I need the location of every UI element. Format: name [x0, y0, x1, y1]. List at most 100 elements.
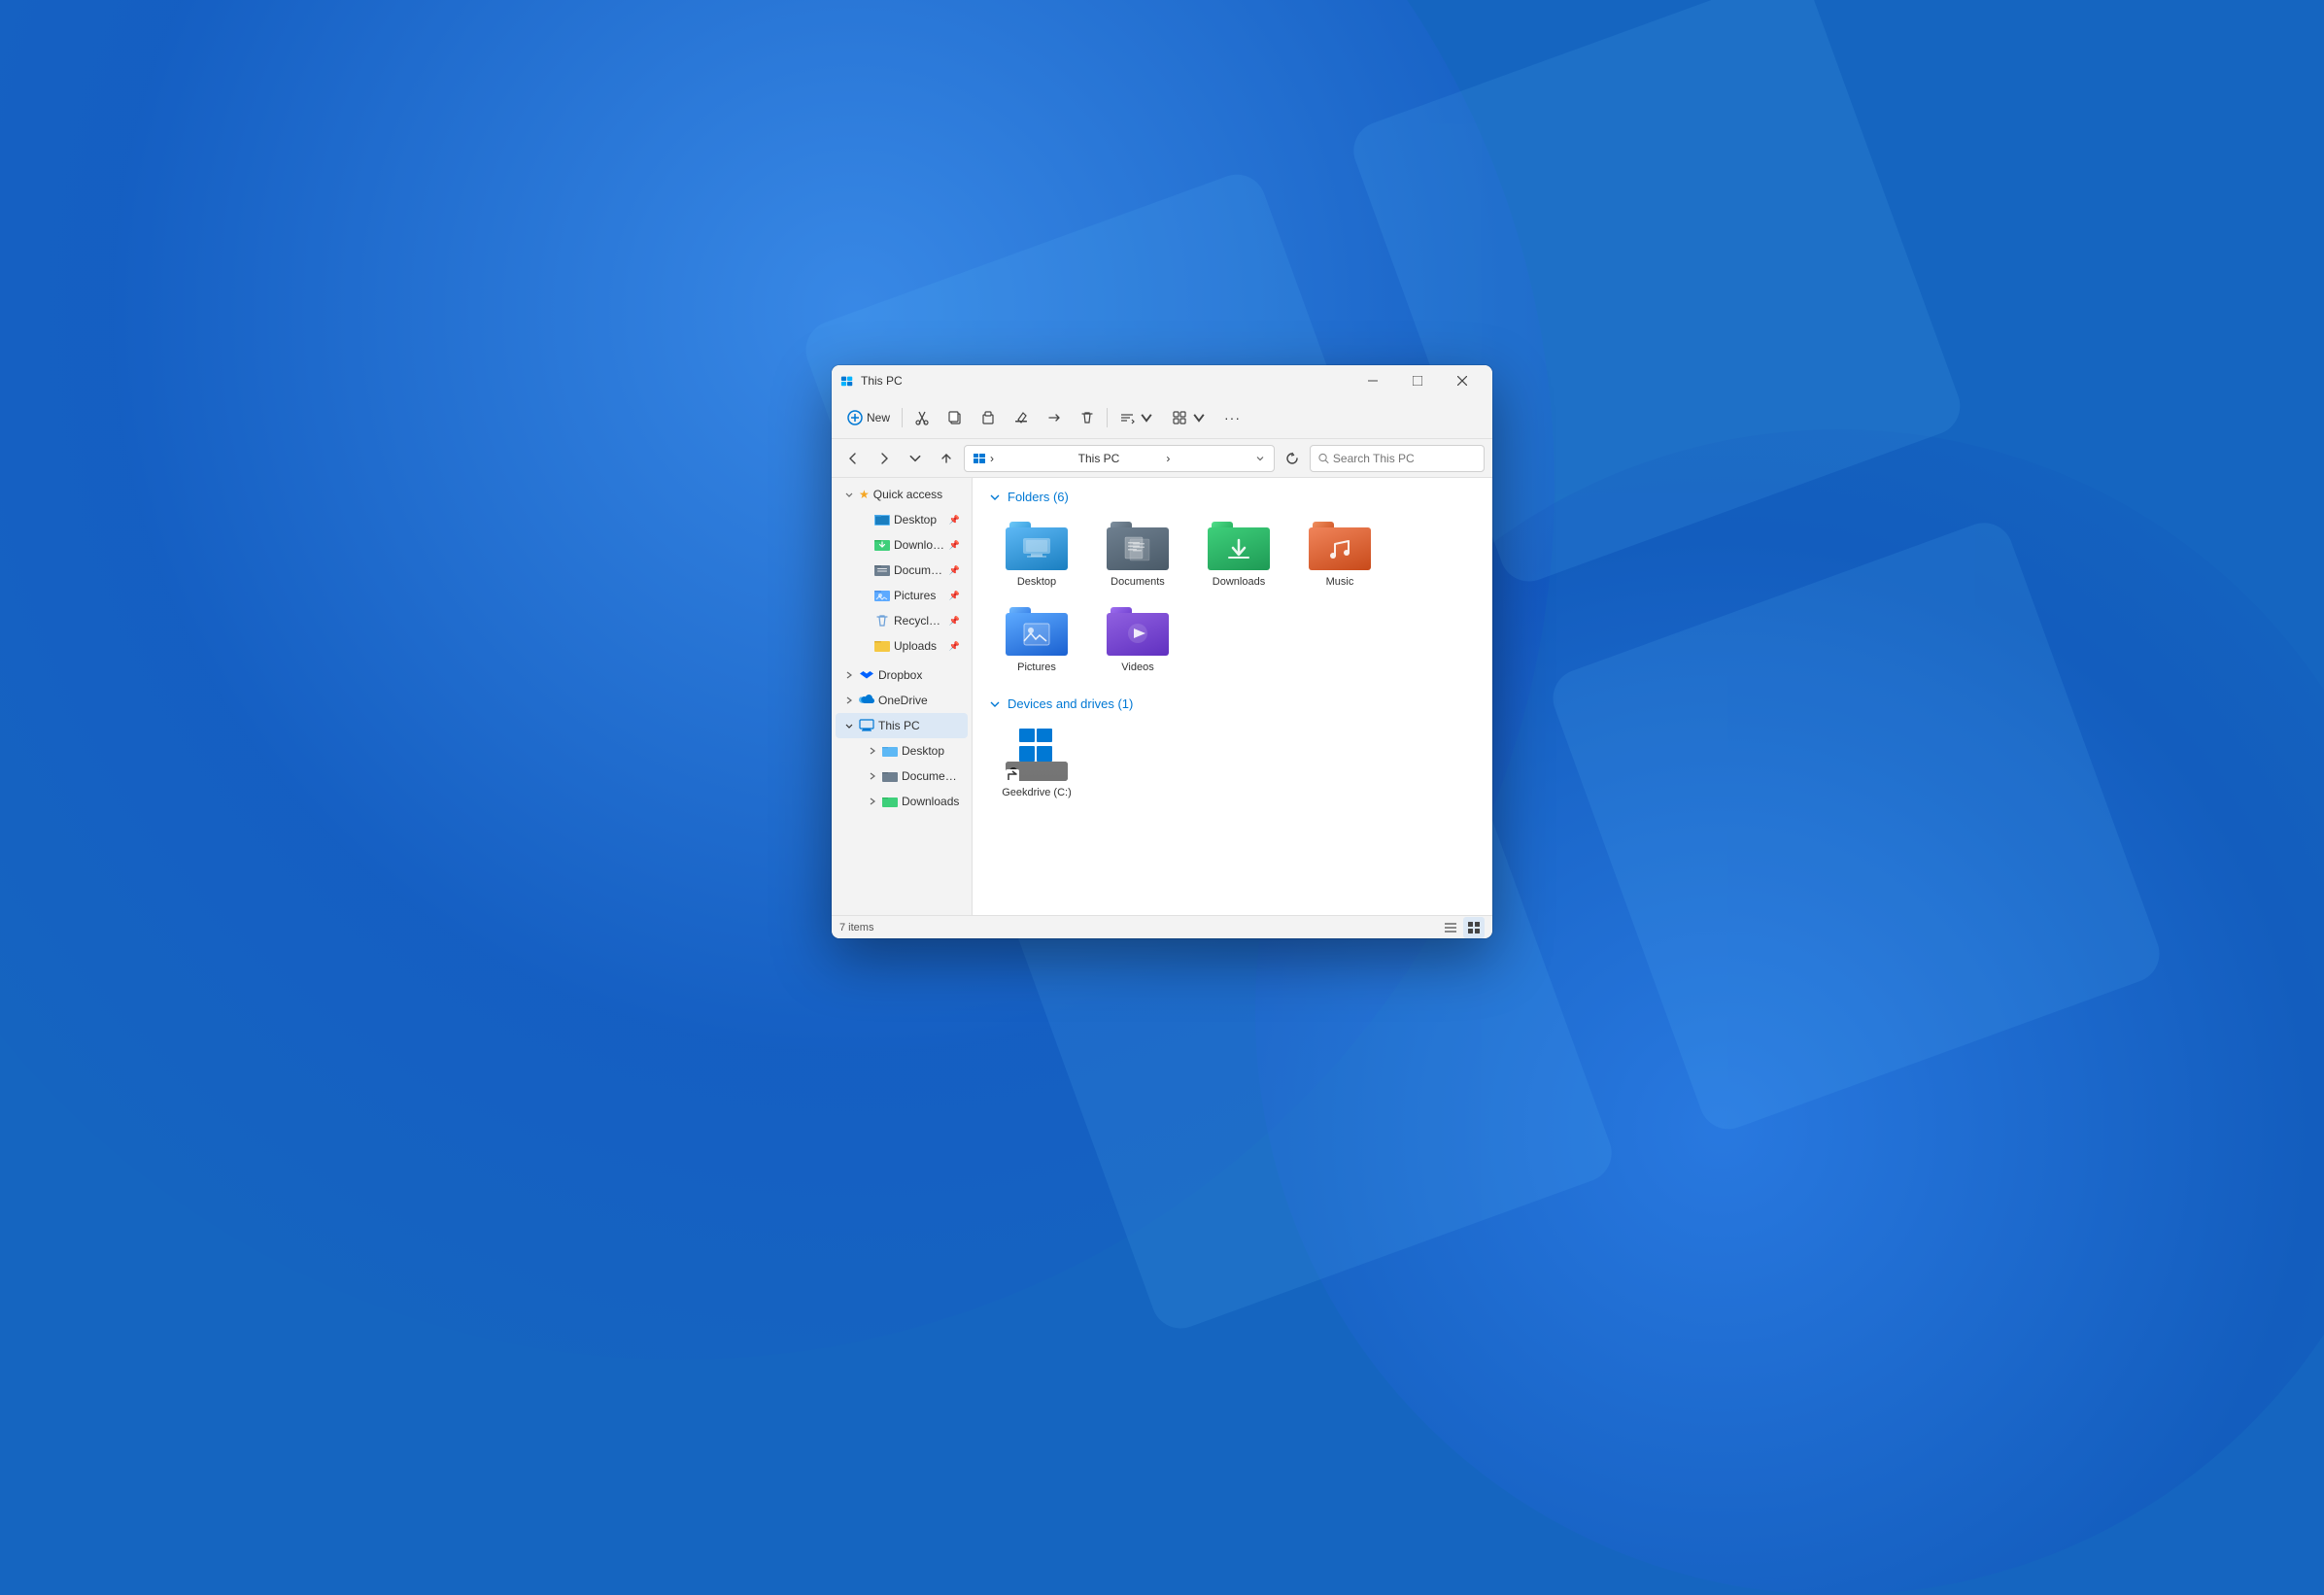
music-folder-shape	[1309, 522, 1371, 572]
address-trailing: ›	[1166, 452, 1250, 465]
uploads-pin-icon: 📌	[949, 641, 960, 652]
sidebar: ★ Quick access Desktop 📌	[832, 478, 973, 915]
list-view-button[interactable]	[1440, 917, 1461, 938]
back-button[interactable]	[839, 445, 867, 472]
address-dropdown[interactable]	[1254, 453, 1266, 464]
sidebar-dropbox[interactable]: Dropbox	[836, 662, 968, 688]
this-pc-desktop-label: Desktop	[902, 744, 960, 758]
search-input[interactable]	[1333, 452, 1476, 465]
sidebar-item-uploads[interactable]: Uploads 📌	[851, 633, 968, 659]
sidebar-item-downloads[interactable]: Downloads 📌	[851, 532, 968, 558]
sidebar-item-recycle-bin[interactable]: Recycle Bin 📌	[851, 608, 968, 633]
grid-view-button[interactable]	[1463, 917, 1485, 938]
address-bar: › This PC ›	[832, 439, 1492, 478]
folder-videos[interactable]: Videos	[1089, 599, 1186, 681]
drives-grid: Geekdrive (C:)	[988, 721, 1477, 806]
documents-folder-icon	[874, 562, 890, 578]
pictures-folder-shape	[1006, 607, 1068, 658]
address-path: ›	[990, 452, 1075, 465]
forward-button[interactable]	[871, 445, 898, 472]
desktop-folder-label: Desktop	[1017, 576, 1056, 588]
this-pc-downloads-expand	[867, 796, 878, 807]
uploads-label: Uploads	[894, 639, 945, 653]
desktop-folder-icon	[874, 512, 890, 527]
sidebar-item-documents[interactable]: Documents 📌	[851, 558, 968, 583]
more-button[interactable]: ···	[1216, 402, 1248, 433]
dropbox-icon	[859, 667, 874, 683]
downloads-folder-label: Downloads	[1213, 576, 1265, 588]
view-toggle	[1440, 917, 1485, 938]
window-title: This PC	[861, 374, 903, 388]
documents-pin-icon: 📌	[949, 565, 960, 576]
this-pc-documents-label: Documents	[902, 769, 960, 783]
documents-folder-label: Documents	[1111, 576, 1165, 588]
folder-pictures[interactable]: Pictures	[988, 599, 1085, 681]
share-button[interactable]	[1039, 402, 1070, 433]
documents-label: Documents	[894, 563, 945, 577]
dropbox-expand-icon	[843, 669, 855, 681]
devices-expand-icon[interactable]	[988, 697, 1002, 711]
close-button[interactable]	[1440, 365, 1485, 396]
cut-button[interactable]	[906, 402, 938, 433]
recycle-bin-pin-icon: 📌	[949, 616, 960, 627]
folder-downloads[interactable]: Downloads	[1190, 514, 1287, 595]
rename-button[interactable]	[1006, 402, 1037, 433]
delete-button[interactable]	[1072, 402, 1103, 433]
view-button[interactable]	[1164, 402, 1214, 433]
quick-access-items: Desktop 📌 Downloads 📌	[832, 507, 972, 659]
drive-c-label: Geekdrive (C:)	[1002, 787, 1072, 798]
toolbar-separator	[902, 408, 903, 427]
folders-grid: Desktop	[988, 514, 1477, 681]
restore-button[interactable]	[1395, 365, 1440, 396]
pictures-folder-icon	[874, 588, 890, 603]
folder-music[interactable]: Music	[1291, 514, 1388, 595]
address-windows-icon	[973, 452, 986, 465]
sidebar-this-pc-desktop[interactable]: Desktop	[851, 738, 968, 764]
folder-documents[interactable]: Documents	[1089, 514, 1186, 595]
sidebar-this-pc[interactable]: This PC	[836, 713, 968, 738]
copy-button[interactable]	[940, 402, 971, 433]
quick-access-expand-icon	[843, 489, 855, 500]
main-content: Folders (6)	[973, 478, 1492, 915]
explorer-window: This PC New	[832, 365, 1492, 938]
downloads-folder-icon	[874, 537, 890, 553]
minimize-button[interactable]	[1350, 365, 1395, 396]
new-button[interactable]: New	[839, 402, 898, 433]
sidebar-quick-access[interactable]: ★ Quick access	[836, 482, 968, 507]
paste-button[interactable]	[973, 402, 1004, 433]
pictures-label: Pictures	[894, 589, 945, 602]
up-button[interactable]	[933, 445, 960, 472]
this-pc-documents-expand	[867, 770, 878, 782]
folders-expand-icon[interactable]	[988, 491, 1002, 504]
search-icon	[1318, 453, 1329, 464]
sidebar-onedrive[interactable]: OneDrive	[836, 688, 968, 713]
status-text: 7 items	[839, 922, 873, 933]
sidebar-this-pc-documents[interactable]: Documents	[851, 764, 968, 789]
sort-button[interactable]	[1111, 402, 1162, 433]
onedrive-label: OneDrive	[878, 694, 960, 707]
folder-desktop[interactable]: Desktop	[988, 514, 1085, 595]
folders-section-title: Folders (6)	[1008, 490, 1069, 504]
sidebar-item-pictures[interactable]: Pictures 📌	[851, 583, 968, 608]
toolbar: New	[832, 396, 1492, 439]
documents-folder-shape	[1107, 522, 1169, 572]
refresh-button[interactable]	[1279, 445, 1306, 472]
desktop-pin-icon: 📌	[949, 515, 960, 526]
desktop-folder-shape	[1006, 522, 1068, 572]
sidebar-item-desktop[interactable]: Desktop 📌	[851, 507, 968, 532]
address-this-pc: This PC	[1078, 452, 1163, 465]
explorer-icon	[839, 373, 855, 389]
search-box[interactable]	[1310, 445, 1485, 472]
drive-c[interactable]: Geekdrive (C:)	[988, 721, 1085, 806]
devices-section-title: Devices and drives (1)	[1008, 696, 1133, 711]
address-box[interactable]: › This PC ›	[964, 445, 1275, 472]
sidebar-this-pc-downloads[interactable]: Downloads	[851, 789, 968, 814]
title-bar: This PC	[832, 365, 1492, 396]
this-pc-desktop-expand	[867, 745, 878, 757]
quick-access-label: Quick access	[873, 488, 960, 501]
dropdown-button[interactable]	[902, 445, 929, 472]
pictures-pin-icon: 📌	[949, 591, 960, 601]
content-area: ★ Quick access Desktop 📌	[832, 478, 1492, 915]
toolbar-separator-2	[1107, 408, 1108, 427]
this-pc-label: This PC	[878, 719, 960, 732]
